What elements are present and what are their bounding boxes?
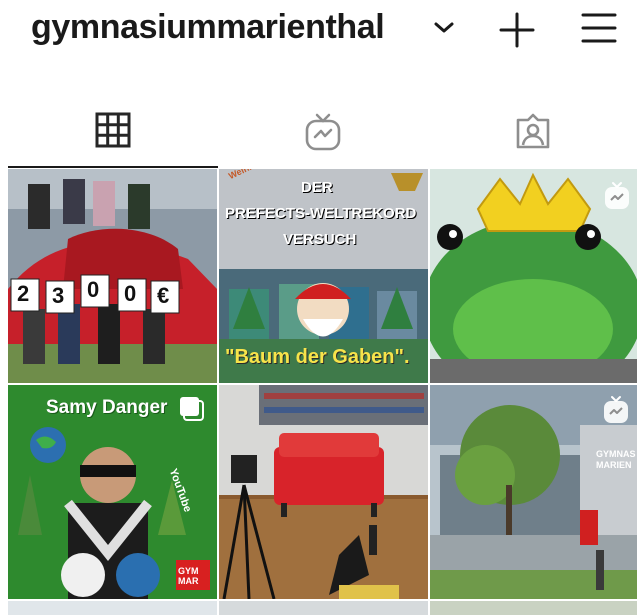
- post-thumbnail[interactable]: [219, 385, 428, 599]
- post-image: [219, 385, 428, 599]
- post-grid: 2 3 0 0 € DER PREFECTS-WELTREKORD VERSUC…: [8, 169, 637, 615]
- profile-header: gymnasiummarienthal: [0, 0, 637, 62]
- post-image: [8, 169, 217, 383]
- sign-digit: 2: [17, 281, 30, 306]
- post-title-line: VERSUCH: [283, 231, 357, 248]
- igtv-icon: [604, 396, 628, 423]
- post-thumbnail[interactable]: DER PREFECTS-WELTREKORD VERSUCH "Baum de…: [219, 169, 428, 383]
- tab-grid[interactable]: [8, 98, 218, 168]
- menu-icon[interactable]: [580, 11, 618, 45]
- sign-digit: 3: [52, 283, 65, 308]
- post-title-line: DER: [301, 179, 333, 196]
- active-tab-indicator: [8, 166, 218, 168]
- igtv-icon: [605, 182, 629, 209]
- profile-username[interactable]: gymnasiummarienthal: [31, 8, 385, 47]
- post-thumbnail[interactable]: Samy Danger YouTube GYM MAR: [8, 385, 217, 599]
- grid-icon: [95, 112, 131, 148]
- tab-tagged[interactable]: [428, 98, 637, 168]
- school-logo: GYM MAR: [178, 566, 199, 586]
- sign-digit: 0: [87, 277, 100, 302]
- igtv-icon: [305, 113, 341, 151]
- post-thumbnail[interactable]: [430, 601, 637, 615]
- tab-igtv[interactable]: [218, 98, 428, 168]
- sign-digit: €: [157, 283, 170, 308]
- plus-icon[interactable]: [498, 11, 536, 49]
- post-title-line: PREFECTS-WELTREKORD: [225, 205, 417, 222]
- post-thumbnail[interactable]: [8, 601, 217, 615]
- post-caption: "Baum der Gaben".: [225, 346, 410, 368]
- post-thumbnail[interactable]: [219, 601, 428, 615]
- post-thumbnail[interactable]: 2 3 0 0 €: [8, 169, 217, 383]
- multi-post-icon: [180, 397, 204, 421]
- post-thumbnail[interactable]: [430, 169, 637, 383]
- post-thumbnail[interactable]: GYMNAS MARIEN: [430, 385, 637, 599]
- post-title: Samy Danger: [46, 397, 168, 418]
- building-sign: GYMNAS MARIEN: [596, 449, 636, 470]
- sign-digit: 0: [124, 281, 137, 306]
- profile-tabs: [8, 98, 637, 168]
- tagged-icon: [516, 113, 550, 149]
- chevron-down-icon[interactable]: [432, 19, 456, 37]
